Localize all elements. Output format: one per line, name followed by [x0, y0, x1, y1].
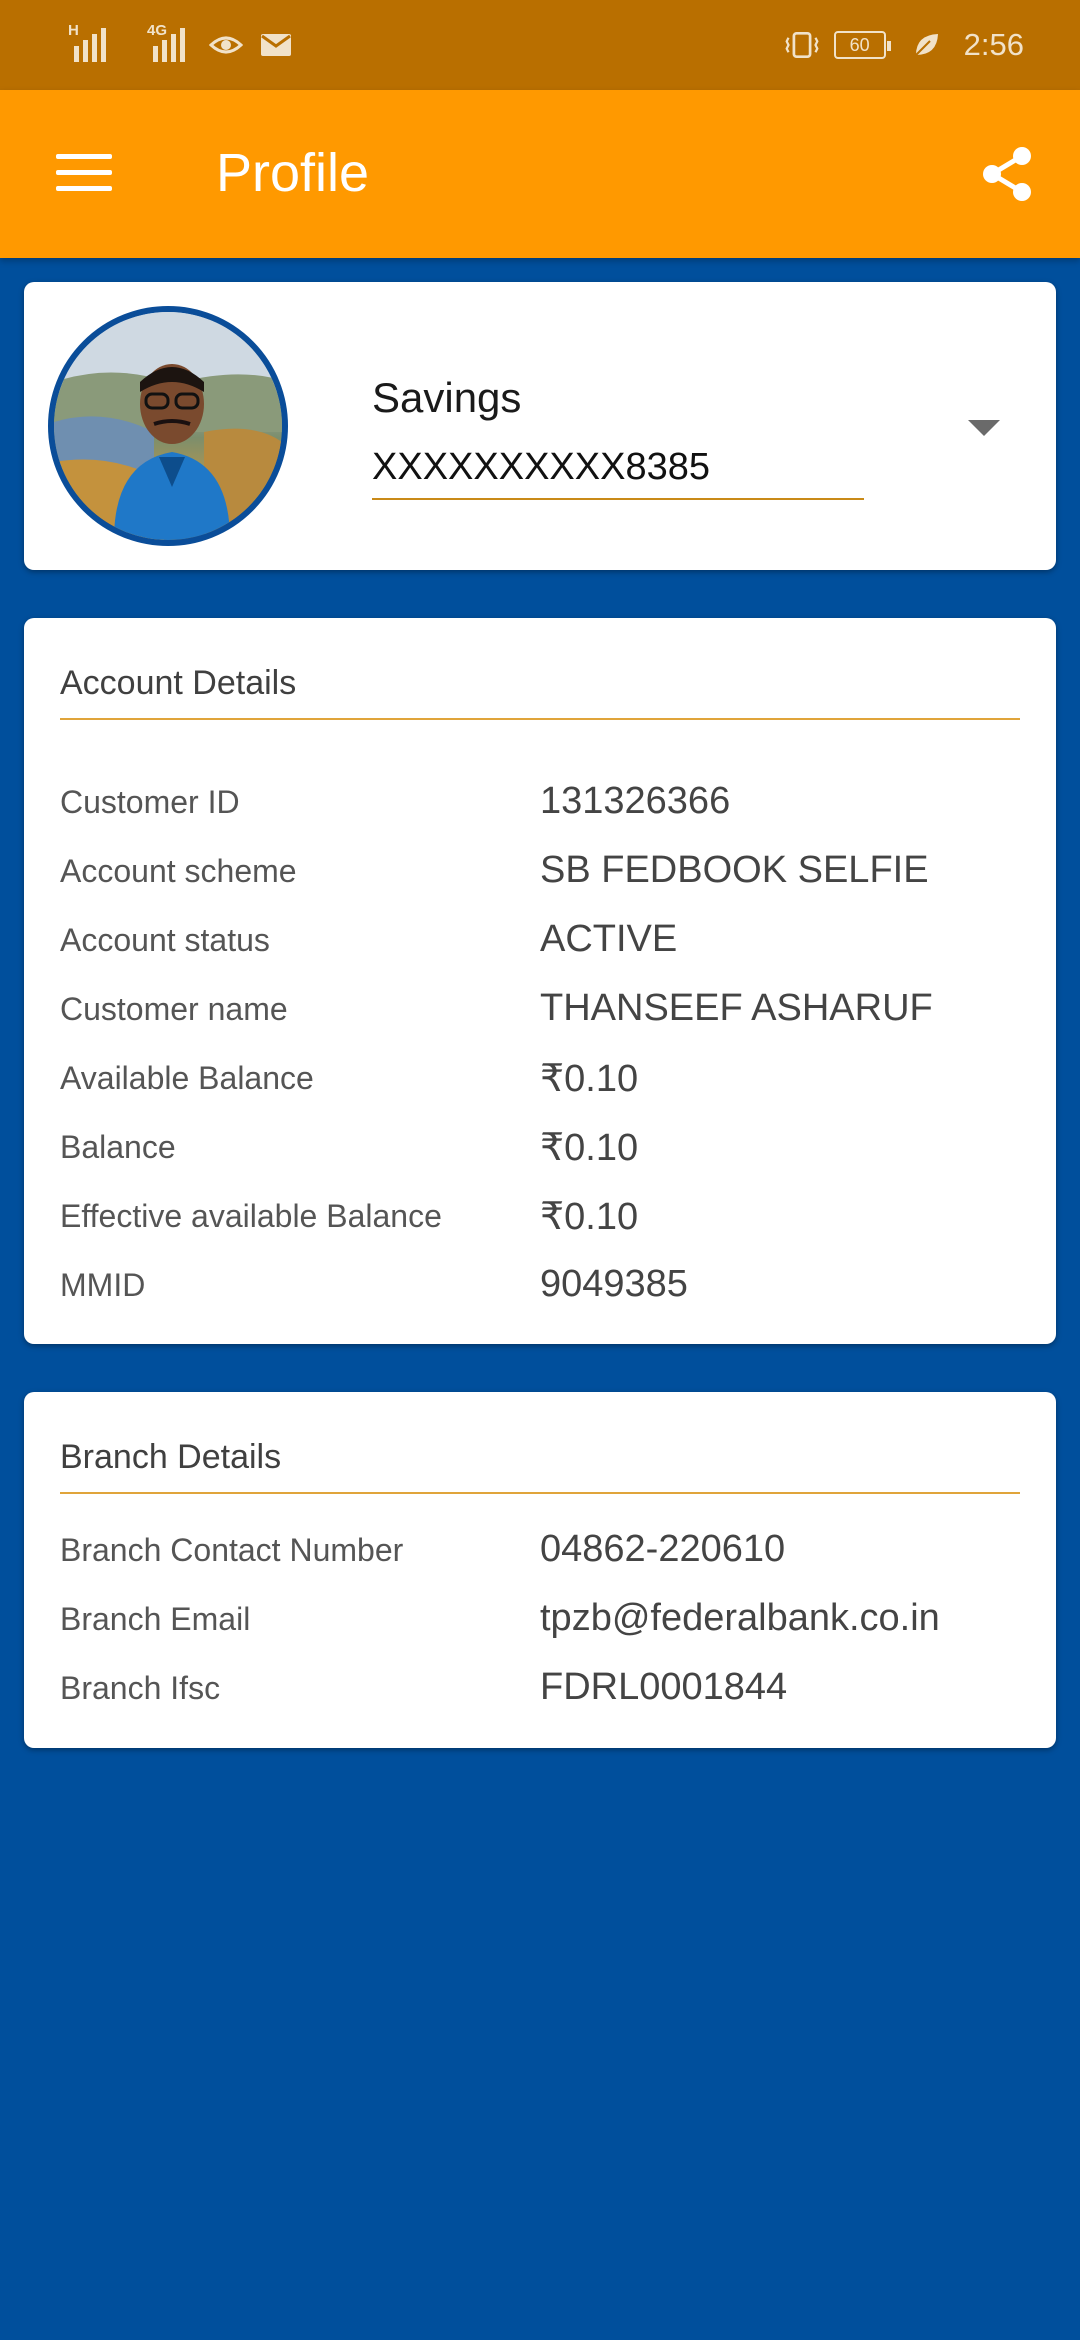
- account-number-select[interactable]: XXXXXXXXXX8385: [372, 444, 864, 500]
- detail-value: THANSEEF ASHARUF: [540, 987, 933, 1029]
- detail-label: MMID: [60, 1267, 146, 1303]
- detail-row-branch-ifsc: Branch Ifsc FDRL0001844: [60, 1666, 1020, 1730]
- detail-value: 9049385: [540, 1263, 688, 1305]
- detail-label: Account status: [60, 922, 270, 958]
- detail-value: FDRL0001844: [540, 1666, 788, 1708]
- detail-label: Branch Ifsc: [60, 1670, 221, 1706]
- clock: 2:56: [963, 27, 1024, 62]
- detail-row-branch-contact: Branch Contact Number 04862-220610: [60, 1528, 1020, 1592]
- detail-row-customer-id: Customer ID 131326366: [60, 780, 1020, 844]
- detail-row-account-status: Account status ACTIVE: [60, 918, 1020, 982]
- dropdown-arrow-icon[interactable]: [968, 420, 1000, 436]
- battery-icon: 60: [833, 31, 891, 59]
- avatar: [48, 306, 288, 546]
- leaf-icon: [908, 30, 944, 60]
- app-bar: Profile: [0, 90, 1080, 258]
- divider: [60, 718, 1020, 720]
- status-bar: H 4G 60 2:56: [0, 0, 1080, 90]
- signal-1-tag: H: [68, 22, 79, 39]
- detail-row-customer-name: Customer name THANSEEF ASHARUF: [60, 987, 1020, 1051]
- detail-label: Customer ID: [60, 784, 240, 820]
- signal-2-tag: 4G: [147, 22, 168, 39]
- detail-row-effective-balance: Effective available Balance ₹0.10: [60, 1196, 1020, 1258]
- signal-icon-1: H: [68, 22, 115, 62]
- detail-label: Branch Email: [60, 1601, 251, 1637]
- share-icon[interactable]: [976, 142, 1040, 206]
- signal-icon-2: 4G: [147, 22, 194, 62]
- detail-value: ₹0.10: [540, 1058, 639, 1100]
- detail-value: ₹0.10: [540, 1127, 639, 1169]
- detail-label: Branch Contact Number: [60, 1532, 404, 1568]
- detail-value: 131326366: [540, 780, 731, 822]
- detail-label: Available Balance: [60, 1060, 314, 1096]
- vibrate-icon: [784, 30, 820, 60]
- detail-label: Customer name: [60, 991, 288, 1027]
- branch-details-title: Branch Details: [60, 1438, 282, 1476]
- detail-value: ACTIVE: [540, 918, 678, 960]
- detail-label: Account scheme: [60, 853, 297, 889]
- branch-details-card: Branch Details Branch Contact Number 048…: [24, 1392, 1056, 1748]
- mail-icon: [258, 30, 294, 60]
- account-type: Savings: [372, 374, 522, 421]
- page-title: Profile: [216, 143, 370, 203]
- detail-value: 04862-220610: [540, 1528, 786, 1570]
- menu-icon[interactable]: [56, 152, 112, 192]
- detail-value: ₹0.10: [540, 1196, 639, 1238]
- detail-row-mmid: MMID 9049385: [60, 1263, 1020, 1327]
- status-bar-left: H 4G: [68, 22, 294, 62]
- eye-icon: [208, 30, 244, 60]
- status-bar-right: 60 2:56: [784, 27, 1024, 63]
- detail-value: SB FEDBOOK SELFIE: [540, 849, 929, 891]
- divider: [60, 1492, 1020, 1494]
- detail-label: Balance: [60, 1129, 176, 1165]
- account-details-card: Account Details Customer ID 131326366 Ac…: [24, 618, 1056, 1344]
- account-selector-card: Savings XXXXXXXXXX8385: [24, 282, 1056, 570]
- detail-value: tpzb@federalbank.co.in: [540, 1597, 940, 1639]
- detail-row-available-balance: Available Balance ₹0.10: [60, 1058, 1020, 1120]
- detail-row-branch-email: Branch Email tpzb@federalbank.co.in: [60, 1597, 1020, 1661]
- detail-row-account-scheme: Account scheme SB FEDBOOK SELFIE: [60, 849, 1020, 913]
- detail-label: Effective available Balance: [60, 1198, 442, 1234]
- account-details-title: Account Details: [60, 664, 297, 702]
- detail-row-balance: Balance ₹0.10: [60, 1127, 1020, 1189]
